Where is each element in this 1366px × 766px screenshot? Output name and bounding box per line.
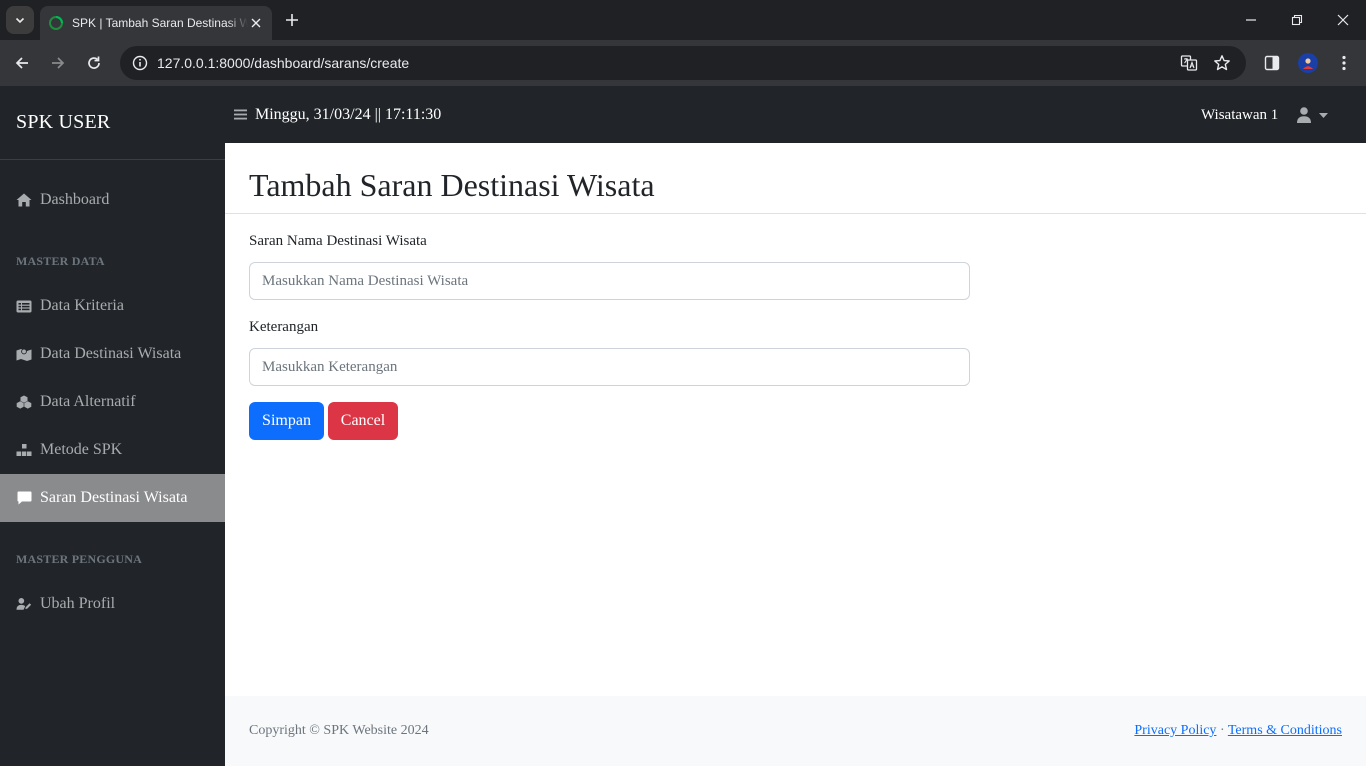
sidebar: SPK USER Dashboard MASTER DATA Data Krit… [0, 86, 225, 766]
description-label: Keterangan [249, 319, 319, 335]
reload-button[interactable] [80, 49, 108, 77]
user-icon [1297, 107, 1311, 123]
minimize-button[interactable] [1228, 0, 1274, 40]
browser-tab-bar: SPK | Tambah Saran Destinasi Wisata [0, 0, 1366, 40]
chevron-down-icon [15, 17, 25, 24]
reload-icon [88, 56, 100, 69]
cubes-icon [16, 394, 32, 410]
description-input[interactable] [249, 348, 970, 386]
loading-favicon-icon [48, 15, 64, 31]
sidebar-item-saran-destinasi-wisata[interactable]: Saran Destinasi Wisata [0, 474, 225, 522]
back-button[interactable] [8, 49, 36, 77]
new-tab-button[interactable] [280, 8, 304, 32]
close-icon [1337, 14, 1349, 26]
username-label: Wisatawan 1 [1201, 107, 1279, 123]
forward-button[interactable] [44, 49, 72, 77]
sidebar-item-label: Data Kriteria [40, 297, 124, 314]
tab-close-button[interactable] [246, 13, 266, 33]
arrow-left-icon [15, 57, 28, 69]
caret-down-icon [1319, 112, 1328, 118]
sidebar-item-label: Data Alternatif [40, 393, 136, 410]
sidebar-item-metode-spk[interactable]: Metode SPK [0, 426, 225, 474]
more-vertical-icon [1342, 55, 1346, 71]
brand-text: SPK USER [16, 111, 111, 133]
sidebar-item-label: Saran Destinasi Wisata [40, 489, 188, 506]
copyright-text: Copyright © SPK Website 2024 [249, 723, 429, 738]
tab-search-button[interactable] [6, 6, 34, 34]
bookmark-star-icon[interactable] [1210, 51, 1234, 75]
browser-tab[interactable]: SPK | Tambah Saran Destinasi Wisata [40, 6, 272, 40]
sidebar-item-data-destinasi-wisata[interactable]: Data Destinasi Wisata [0, 330, 225, 378]
terms-conditions-link[interactable]: Terms & Conditions [1228, 723, 1342, 738]
address-bar[interactable]: 127.0.0.1:8000/dashboard/sarans/create [120, 46, 1246, 80]
destination-name-input[interactable] [249, 262, 970, 300]
tab-title: SPK | Tambah Saran Destinasi Wisata [72, 16, 248, 30]
translate-icon[interactable] [1177, 51, 1201, 75]
user-pen-icon [16, 596, 32, 612]
title-divider [225, 213, 1366, 214]
url-text: 127.0.0.1:8000/dashboard/sarans/create [157, 55, 410, 71]
destination-name-label: Saran Nama Destinasi Wisata [249, 233, 427, 249]
home-icon [16, 192, 32, 208]
sidebar-item-data-kriteria[interactable]: Data Kriteria [0, 282, 225, 330]
sidebar-item-data-alternatif[interactable]: Data Alternatif [0, 378, 225, 426]
brand-logo[interactable]: SPK USER [0, 86, 225, 160]
hamburger-menu-icon [233, 109, 247, 119]
close-window-button[interactable] [1320, 0, 1366, 40]
cubes-stacked-icon [16, 442, 32, 458]
sidebar-toggle-button[interactable] [233, 106, 247, 122]
top-navbar: Minggu, 31/03/24 || 17:11:30 Wisatawan 1 [225, 86, 1366, 143]
profile-avatar-icon [1298, 53, 1318, 73]
restore-icon [1291, 14, 1303, 26]
comment-icon [16, 490, 32, 506]
close-icon [251, 18, 261, 28]
list-icon [16, 298, 32, 314]
sidebar-heading-master-pengguna: MASTER PENGGUNA [16, 552, 143, 566]
sidebar-item-ubah-profil[interactable]: Ubah Profil [0, 580, 225, 628]
side-panel-icon [1264, 55, 1280, 71]
profile-button[interactable] [1294, 49, 1322, 77]
plus-icon [286, 14, 298, 26]
sidebar-item-label: Dashboard [40, 191, 110, 208]
footer-separator: · [1219, 723, 1225, 738]
privacy-policy-link[interactable]: Privacy Policy [1134, 723, 1216, 738]
side-panel-button[interactable] [1258, 49, 1286, 77]
site-info-icon[interactable] [128, 51, 152, 75]
arrow-right-icon [52, 57, 65, 69]
map-icon [16, 346, 32, 362]
save-button[interactable]: Simpan [249, 402, 324, 440]
current-datetime: Minggu, 31/03/24 || 17:11:30 [255, 106, 442, 123]
minimize-icon [1246, 19, 1256, 21]
sidebar-item-label: Data Destinasi Wisata [40, 345, 182, 362]
sidebar-item-label: Ubah Profil [40, 595, 116, 612]
page-title: Tambah Saran Destinasi Wisata [249, 167, 655, 203]
sidebar-heading-master-data: MASTER DATA [16, 254, 105, 268]
sidebar-item-label: Metode SPK [40, 441, 123, 458]
browser-menu-button[interactable] [1330, 49, 1358, 77]
main-content: Tambah Saran Destinasi Wisata Saran Nama… [225, 143, 1366, 696]
sidebar-item-dashboard[interactable]: Dashboard [0, 176, 225, 224]
footer: Copyright © SPK Website 2024 Privacy Pol… [225, 696, 1366, 766]
cancel-button[interactable]: Cancel [328, 402, 398, 440]
user-dropdown-toggle[interactable] [1297, 104, 1337, 126]
restore-button[interactable] [1274, 0, 1320, 40]
browser-toolbar: 127.0.0.1:8000/dashboard/sarans/create [0, 40, 1366, 86]
footer-links: Privacy Policy · Terms & Conditions [1134, 723, 1342, 739]
